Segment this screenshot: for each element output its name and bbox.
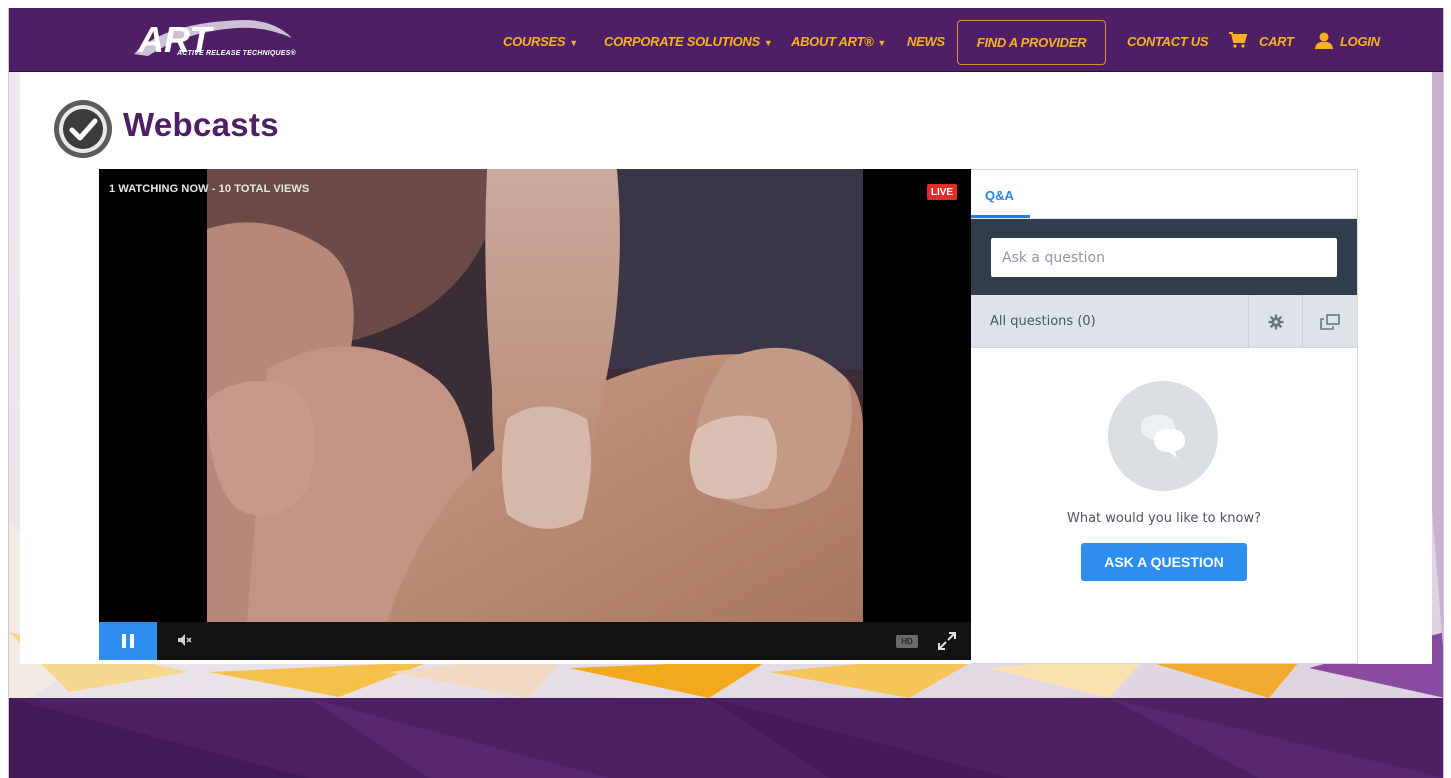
- nav-contact-us[interactable]: CONTACT US: [1127, 34, 1209, 49]
- nav-courses-label: COURSES: [503, 34, 566, 49]
- questions-filter-label[interactable]: All questions (0): [990, 314, 1096, 329]
- pause-button[interactable]: [99, 622, 157, 660]
- live-badge: LIVE: [927, 184, 957, 200]
- tab-active-indicator: [971, 215, 1030, 218]
- volume-muted-icon[interactable]: [177, 633, 193, 652]
- nav-login[interactable]: LOGIN: [1340, 34, 1380, 49]
- tab-qa[interactable]: Q&A: [985, 188, 1014, 203]
- page-frame: ART ACTIVE RELEASE TECHNIQUES® COURSES ▼ …: [8, 8, 1444, 778]
- speech-bubbles-icon: [1108, 381, 1218, 491]
- chevron-down-icon: ▼: [763, 38, 773, 48]
- nav-about[interactable]: ABOUT ART® ▼: [791, 34, 886, 49]
- cart-icon[interactable]: [1228, 32, 1248, 53]
- qa-panel: Q&A All questions (0): [971, 169, 1358, 664]
- ask-question-button[interactable]: ASK A QUESTION: [1081, 543, 1247, 581]
- find-provider-label: FIND A PROVIDER: [976, 35, 1087, 50]
- popout-button[interactable]: [1302, 295, 1356, 348]
- check-circle-icon: [53, 99, 113, 159]
- top-navbar: ART ACTIVE RELEASE TECHNIQUES® COURSES ▼ …: [9, 8, 1443, 72]
- video-player[interactable]: 1 WATCHING NOW - 10 TOTAL VIEWS LIVE HD: [99, 169, 971, 660]
- nav-corporate-solutions[interactable]: CORPORATE SOLUTIONS ▼: [604, 34, 773, 49]
- nav-news[interactable]: NEWS: [907, 34, 945, 49]
- fullscreen-icon[interactable]: [937, 631, 957, 656]
- pause-icon: [122, 634, 126, 648]
- find-provider-button[interactable]: FIND A PROVIDER: [957, 20, 1106, 65]
- nav-courses[interactable]: COURSES ▼: [503, 34, 578, 49]
- brand-logo[interactable]: ART: [124, 14, 294, 66]
- chevron-down-icon: ▼: [877, 38, 887, 48]
- settings-button[interactable]: [1248, 295, 1302, 348]
- ask-question-area: [971, 219, 1357, 295]
- nav-news-label: NEWS: [907, 34, 945, 49]
- chevron-down-icon: ▼: [569, 38, 578, 48]
- nav-login-label: LOGIN: [1340, 34, 1380, 49]
- qa-tab-bar: Q&A: [971, 170, 1357, 219]
- nav-contact-label: CONTACT US: [1127, 34, 1209, 49]
- nav-cart[interactable]: CART: [1259, 34, 1294, 49]
- ask-question-input[interactable]: [991, 238, 1337, 277]
- nav-corporate-solutions-label: CORPORATE SOLUTIONS: [604, 34, 760, 49]
- main-content: Webcasts 1 WATCHING NOW - 10 TOTAL VIEWS…: [20, 72, 1432, 664]
- viewer-count: 1 WATCHING NOW - 10 TOTAL VIEWS: [109, 183, 310, 195]
- empty-state-prompt: What would you like to know?: [1067, 511, 1261, 526]
- nav-about-label: ABOUT ART®: [791, 34, 874, 49]
- player-controls: HD: [99, 622, 971, 660]
- video-frame[interactable]: [207, 169, 863, 622]
- page-title: Webcasts: [123, 106, 279, 143]
- gear-icon: [1268, 314, 1283, 329]
- user-icon[interactable]: [1315, 32, 1333, 54]
- pause-icon-bar: [130, 634, 134, 648]
- popout-window-icon: [1319, 313, 1340, 330]
- nav-cart-label: CART: [1259, 34, 1294, 49]
- questions-filter-bar: All questions (0): [971, 295, 1357, 348]
- hd-quality-button[interactable]: HD: [896, 635, 918, 648]
- brand-tagline: ACTIVE RELEASE TECHNIQUES®: [177, 50, 296, 57]
